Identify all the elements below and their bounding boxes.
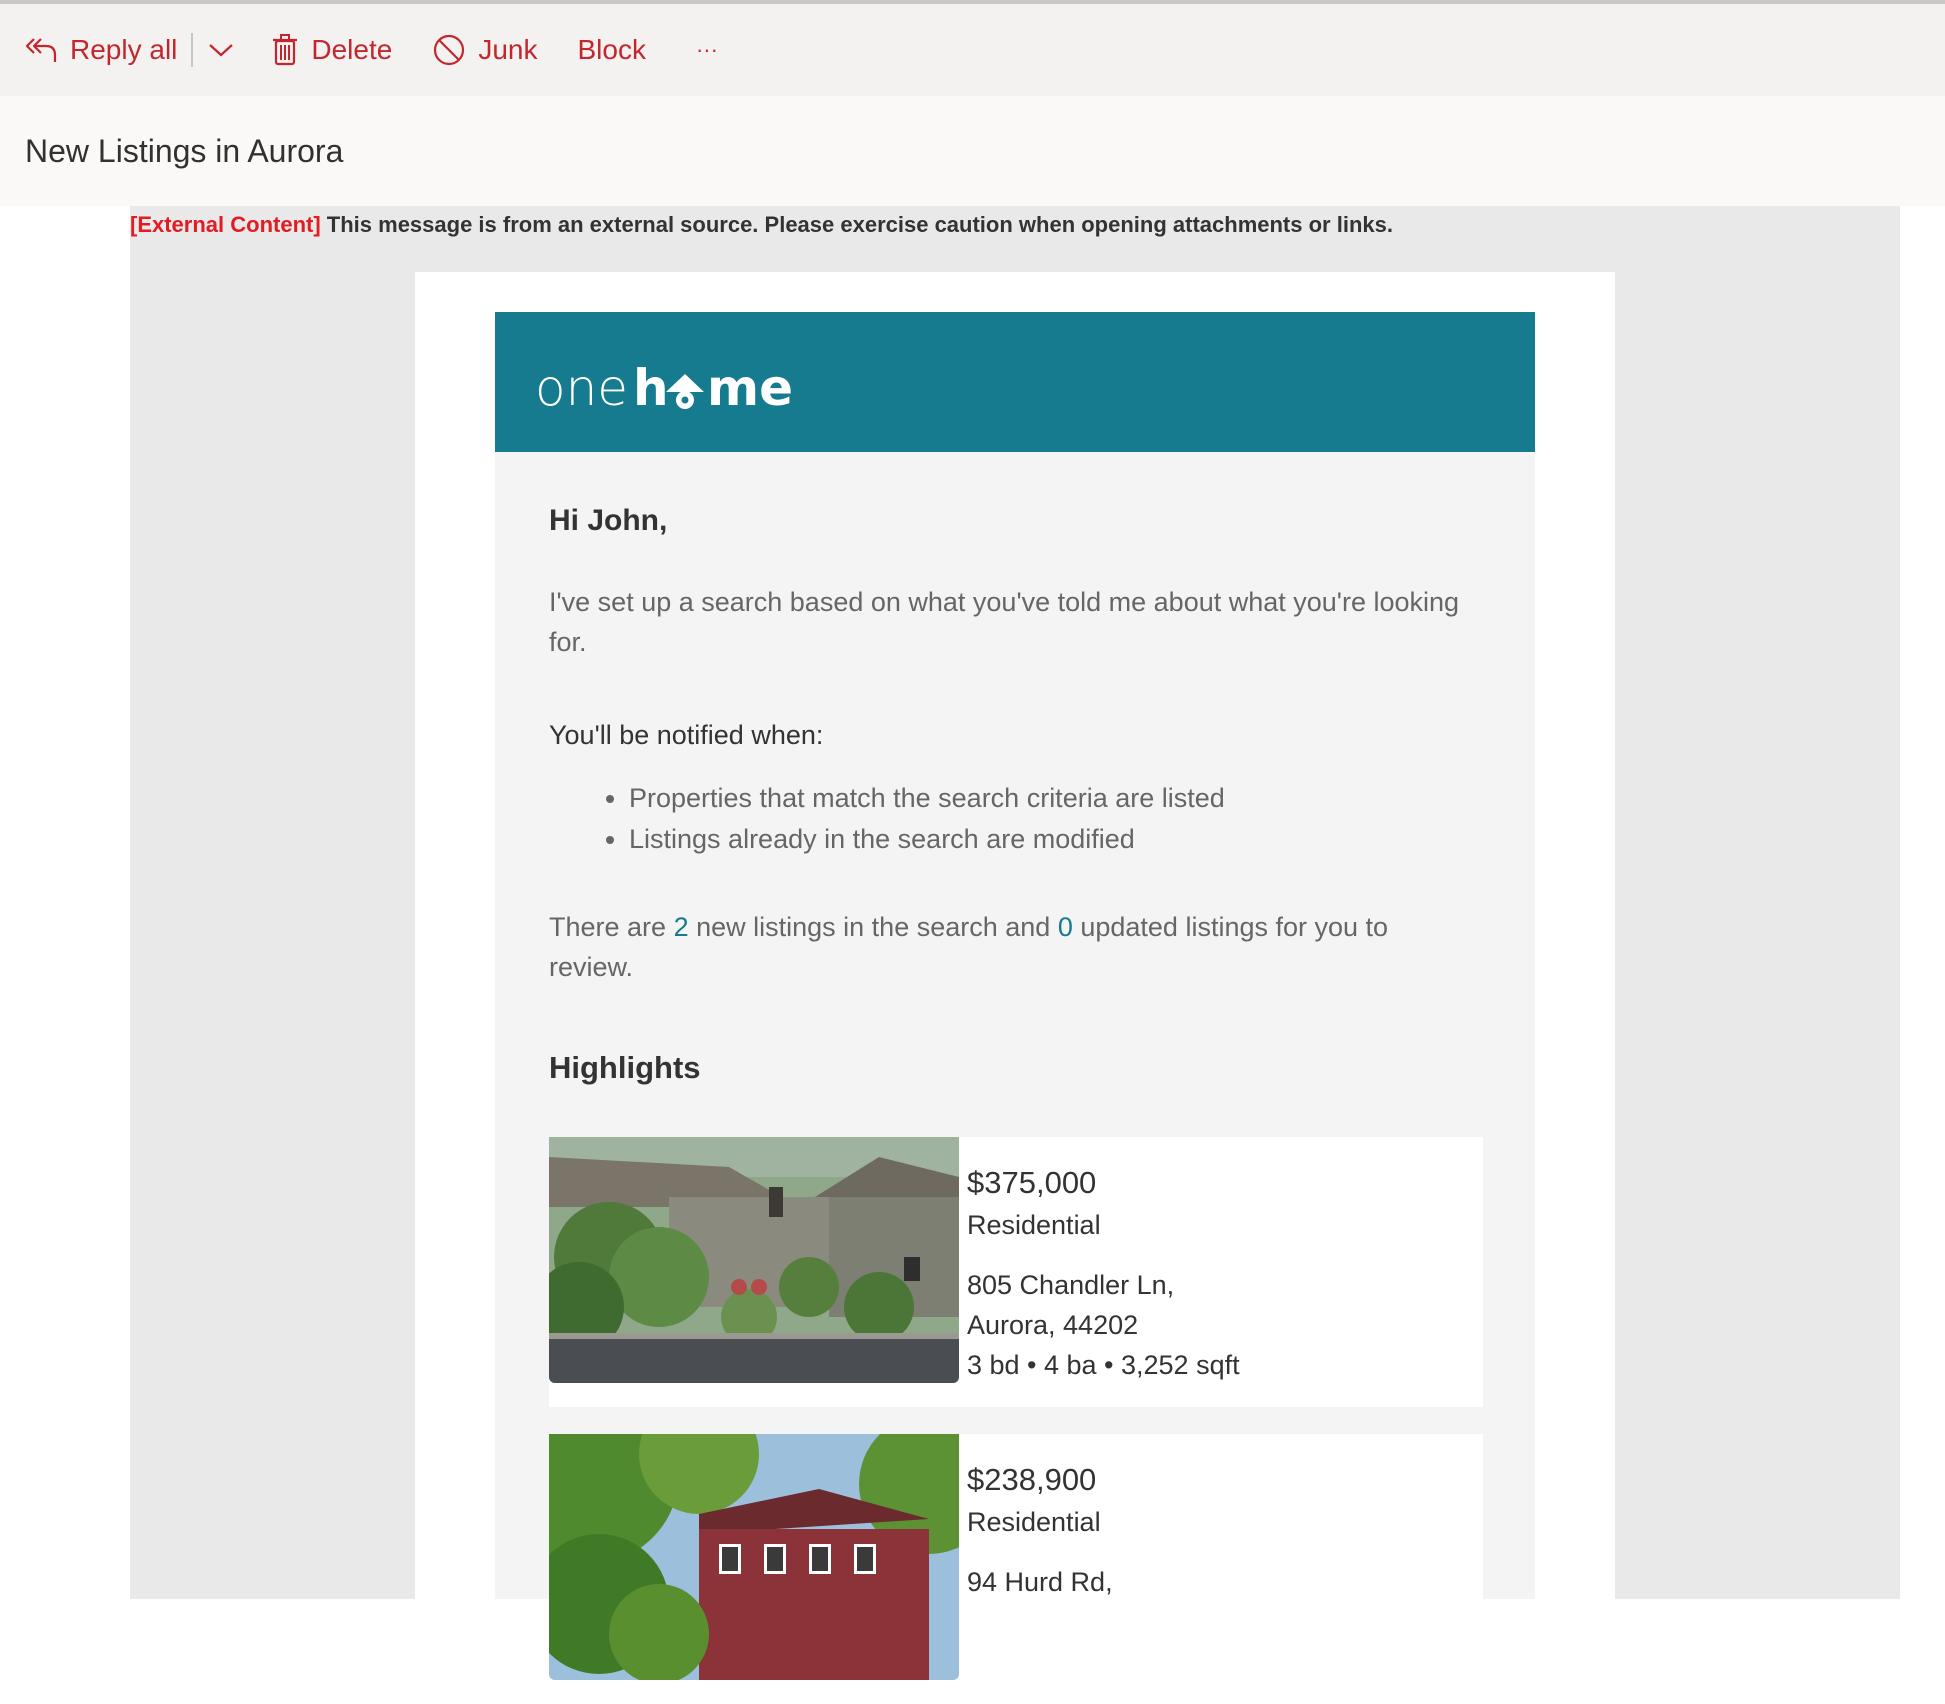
listing-city: Aurora, 44202 — [967, 1310, 1139, 1340]
summary-text: There are — [549, 912, 674, 942]
house-photo-1 — [549, 1137, 959, 1383]
logo-text-me: me — [707, 359, 793, 417]
onehome-logo: one h me — [535, 359, 793, 417]
listing-info: $238,900 Residential 94 Hurd Rd, — [967, 1458, 1113, 1602]
block-button[interactable]: Block — [577, 34, 645, 66]
listing-photo[interactable] — [549, 1434, 959, 1680]
toolbar-divider — [191, 33, 194, 67]
listing-type: Residential — [967, 1507, 1101, 1537]
logo-text-one: one — [535, 359, 628, 417]
reply-all-icon — [25, 38, 57, 62]
subject-header: New Listings in Aurora — [0, 96, 1945, 206]
listing-card[interactable]: $238,900 Residential 94 Hurd Rd, — [549, 1434, 1483, 1704]
notify-heading: You'll be notified when: — [549, 720, 824, 750]
house-photo-2 — [549, 1434, 959, 1680]
listing-photo[interactable] — [549, 1137, 959, 1383]
more-actions-button[interactable]: ··· — [696, 37, 718, 63]
listing-street: 94 Hurd Rd, — [967, 1567, 1113, 1597]
new-listings-count[interactable]: 2 — [674, 912, 689, 942]
summary-paragraph: There are 2 new listings in the search a… — [549, 907, 1469, 987]
logo-house-mark — [666, 374, 704, 409]
delete-label: Delete — [311, 34, 393, 65]
listing-specs: 3 bd • 4 ba • 3,252 sqft — [967, 1350, 1240, 1380]
reading-pane: [External Content] This message is from … — [0, 206, 1945, 1704]
message-subject: New Listings in Aurora — [25, 132, 344, 169]
listing-type: Residential — [967, 1210, 1101, 1240]
email-card: one h me Hi John, I've set up a search b… — [415, 272, 1615, 1704]
listing-price: $238,900 — [967, 1462, 1097, 1497]
list-item: Properties that match the search criteri… — [629, 778, 1225, 819]
highlights-heading: Highlights — [549, 1050, 701, 1085]
external-content-warning: [External Content] This message is from … — [130, 212, 1900, 238]
notify-list: Properties that match the search criteri… — [549, 778, 1225, 860]
reply-all-label: Reply all — [70, 34, 178, 65]
listing-info: $375,000 Residential 805 Chandler Ln, Au… — [967, 1161, 1240, 1385]
block-circle-icon — [434, 34, 465, 66]
greeting: Hi John, — [549, 504, 668, 537]
email-content: Hi John, I've set up a search based on w… — [495, 452, 1535, 1704]
block-label: Block — [577, 34, 646, 65]
command-toolbar: Reply all Delete Junk Block ··· — [0, 4, 1945, 96]
list-item: Listings already in the search are modif… — [629, 819, 1225, 860]
summary-text: new listings in the search and — [688, 912, 1058, 942]
email-body-container: [External Content] This message is from … — [130, 206, 1900, 1704]
logo-text-home: h — [633, 359, 669, 417]
external-content-text: This message is from an external source.… — [320, 212, 1393, 237]
listing-price: $375,000 — [967, 1165, 1097, 1200]
listing-card[interactable]: $375,000 Residential 805 Chandler Ln, Au… — [549, 1137, 1483, 1407]
junk-button[interactable]: Junk — [432, 33, 537, 67]
brand-banner: one h me — [495, 312, 1535, 452]
updated-listings-count[interactable]: 0 — [1058, 912, 1073, 942]
chevron-down-icon — [209, 44, 234, 57]
reply-all-button[interactable]: Reply all — [24, 34, 177, 66]
intro-paragraph: I've set up a search based on what you'v… — [549, 587, 1460, 657]
external-content-tag: [External Content] — [130, 212, 321, 237]
reply-options-dropdown[interactable] — [207, 40, 235, 60]
more-icon: ··· — [695, 37, 718, 62]
junk-label: Junk — [478, 34, 538, 65]
trash-icon — [273, 34, 298, 66]
delete-button[interactable]: Delete — [271, 33, 392, 67]
listing-street: 805 Chandler Ln, — [967, 1270, 1175, 1300]
